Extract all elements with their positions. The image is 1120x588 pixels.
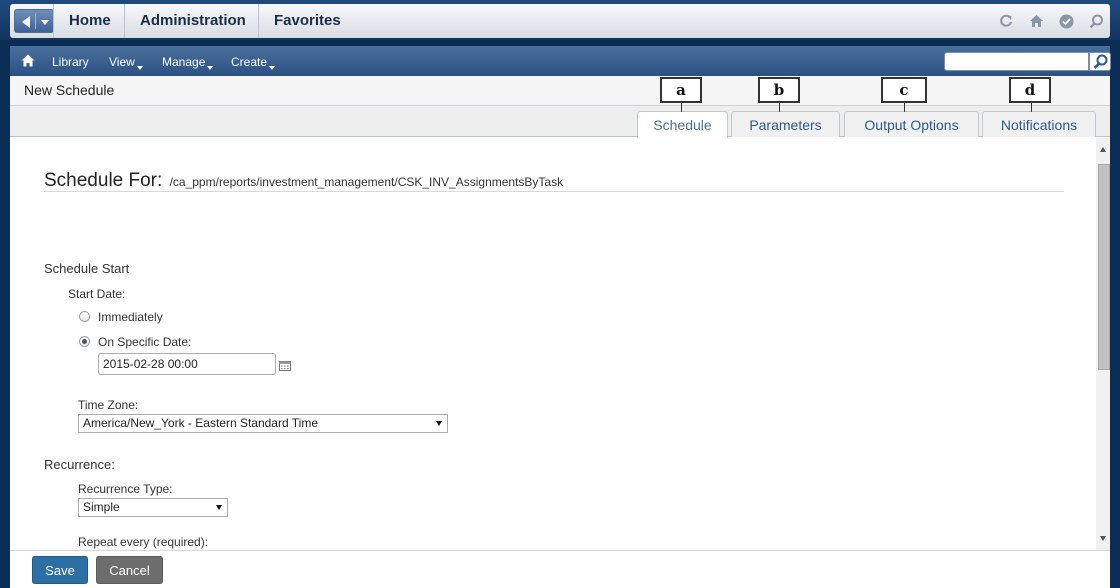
callout-d: d — [1009, 77, 1051, 103]
page-title-bar: New Schedule — [10, 76, 1110, 106]
recurrence-type-select[interactable]: Simple — [78, 498, 228, 517]
menu-library-label: Library — [52, 55, 89, 69]
schedule-start-heading: Schedule Start — [44, 261, 130, 276]
global-nav-icons — [996, 11, 1106, 31]
home-icon[interactable] — [1026, 11, 1046, 31]
scrollbar-thumb[interactable] — [1098, 164, 1110, 370]
search-input[interactable] — [944, 52, 1089, 71]
page-title: New Schedule — [24, 82, 115, 98]
scroll-up-icon[interactable] — [1100, 147, 1106, 152]
tab-parameters[interactable]: Parameters — [731, 111, 840, 137]
menu-view[interactable]: View — [109, 46, 143, 76]
nav-administration[interactable]: Administration — [124, 4, 261, 38]
schedule-for-heading: Schedule For: /ca_ppm/reports/investment… — [44, 170, 563, 192]
history-dropdown-icon[interactable] — [41, 20, 49, 25]
back-arrow-icon — [22, 16, 30, 28]
callout-a-leader — [681, 103, 682, 112]
tab-strip: Schedule Parameters Output Options Notif… — [10, 106, 1110, 138]
callout-c-leader — [904, 103, 905, 112]
vertical-scrollbar[interactable] — [1096, 138, 1110, 550]
scroll-down-icon[interactable] — [1100, 536, 1106, 541]
start-date-field[interactable] — [98, 353, 276, 375]
save-button[interactable]: Save — [32, 556, 88, 584]
refresh-icon[interactable] — [996, 11, 1016, 31]
callout-a: a — [660, 77, 702, 103]
callout-b-leader — [779, 103, 780, 112]
search-button[interactable] — [1089, 52, 1111, 71]
callout-b: b — [758, 77, 800, 103]
chevron-down-icon — [216, 505, 222, 510]
immediately-label: Immediately — [98, 310, 163, 324]
menu-create-label: Create — [231, 55, 268, 69]
callout-d-leader — [1031, 103, 1032, 112]
time-zone-value: America/New_York - Eastern Standard Time — [83, 416, 318, 430]
chevron-down-icon — [136, 66, 143, 70]
start-date-label: Start Date: — [68, 287, 126, 301]
back-button-divider — [35, 13, 36, 29]
search-icon[interactable] — [1086, 11, 1106, 31]
chevron-down-icon — [436, 421, 442, 426]
recurrence-heading: Recurrence: — [44, 457, 115, 472]
nav-home[interactable]: Home — [53, 4, 126, 38]
menu-view-label: View — [109, 55, 135, 69]
tab-output-options[interactable]: Output Options — [844, 111, 979, 137]
back-button[interactable] — [14, 9, 54, 33]
schedule-form: Schedule For: /ca_ppm/reports/investment… — [10, 138, 1096, 550]
main-panel: Library View Manage Create New Schedule … — [10, 46, 1111, 588]
time-zone-label: Time Zone: — [78, 398, 139, 412]
global-nav-bar: Home Administration Favorites — [0, 0, 1120, 40]
heading-divider — [44, 191, 1064, 192]
calendar-icon[interactable] — [279, 358, 291, 376]
menu-manage-label: Manage — [162, 55, 206, 69]
menu-bar: Library View Manage Create — [10, 46, 1111, 76]
tab-schedule[interactable]: Schedule — [637, 111, 728, 138]
specific-date-label: On Specific Date: — [98, 335, 192, 349]
report-path: /ca_ppm/reports/investment_management/CS… — [169, 175, 564, 189]
search-icon — [1093, 54, 1108, 69]
chevron-down-icon — [269, 66, 276, 70]
menu-create[interactable]: Create — [231, 46, 276, 76]
form-footer: Save Cancel — [10, 550, 1110, 588]
time-zone-select[interactable]: America/New_York - Eastern Standard Time — [78, 414, 448, 433]
immediately-radio[interactable] — [79, 311, 90, 322]
tab-notifications[interactable]: Notifications — [982, 111, 1096, 137]
nav-favorites[interactable]: Favorites — [258, 4, 356, 38]
cancel-button[interactable]: Cancel — [96, 556, 163, 584]
recurrence-type-value: Simple — [83, 500, 120, 514]
menu-manage[interactable]: Manage — [162, 46, 214, 76]
callout-c: c — [881, 77, 927, 103]
global-nav-inner: Home Administration Favorites — [10, 4, 1110, 38]
help-icon[interactable] — [1056, 11, 1076, 31]
menu-library[interactable]: Library — [52, 46, 89, 76]
specific-date-radio[interactable] — [79, 336, 90, 347]
schedule-for-label: Schedule For: — [44, 170, 163, 191]
chevron-down-icon — [207, 66, 214, 70]
home-icon[interactable] — [21, 54, 35, 72]
recurrence-type-label: Recurrence Type: — [78, 482, 173, 496]
repeat-every-label: Repeat every (required): — [78, 535, 209, 549]
